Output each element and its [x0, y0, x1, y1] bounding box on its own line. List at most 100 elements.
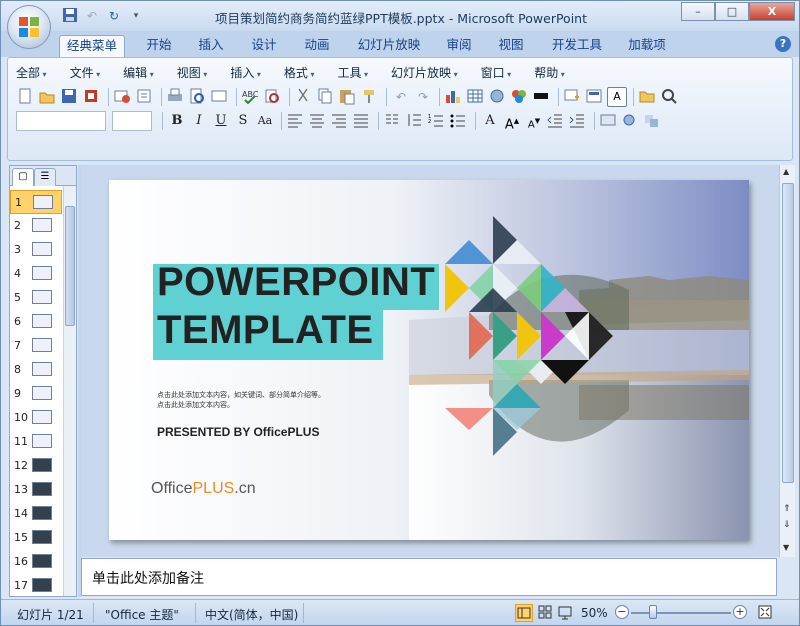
slide-thumbnail[interactable]: 7: [10, 334, 62, 358]
italic-button[interactable]: I: [189, 111, 209, 131]
copy-icon[interactable]: [316, 87, 336, 107]
tab-developer[interactable]: 开发工具: [545, 35, 609, 57]
shadow-button[interactable]: S: [233, 111, 253, 131]
slide-thumbnail[interactable]: 16: [10, 550, 62, 574]
slide-thumbnail[interactable]: 5: [10, 286, 62, 310]
folder-icon[interactable]: [638, 87, 658, 107]
normal-view-button[interactable]: [515, 604, 533, 622]
tab-insert[interactable]: 插入: [191, 35, 231, 57]
tab-review[interactable]: 审阅: [439, 35, 479, 57]
grow-font-icon[interactable]: A▲: [502, 111, 522, 132]
tab-view[interactable]: 视图: [491, 35, 531, 57]
decrease-indent-icon[interactable]: [546, 111, 566, 131]
slide-thumbnail[interactable]: 11: [10, 430, 62, 454]
slide-thumbnail[interactable]: 14: [10, 502, 62, 526]
slide-sorter-view-button[interactable]: [537, 604, 555, 622]
bullets-icon[interactable]: [449, 111, 469, 131]
numbering-icon[interactable]: 12: [427, 111, 447, 131]
slides-pane-scrollbar[interactable]: [63, 186, 76, 596]
layout-icon[interactable]: [585, 87, 605, 107]
slide-thumbnail[interactable]: 9: [10, 382, 62, 406]
maximize-button[interactable]: □: [715, 2, 749, 21]
justify-icon[interactable]: [352, 111, 372, 131]
scroll-up-icon[interactable]: ▲: [783, 167, 789, 176]
tab-outline[interactable]: ☰: [34, 168, 56, 186]
minimize-button[interactable]: –: [681, 2, 715, 21]
shrink-font-icon[interactable]: A▼: [524, 111, 544, 131]
slide-thumbnail[interactable]: 12: [10, 454, 62, 478]
zoom-in-button[interactable]: +: [733, 605, 747, 619]
new-slide-icon[interactable]: [563, 87, 583, 107]
menu-insert[interactable]: 插入: [230, 64, 261, 82]
tab-design[interactable]: 设计: [244, 35, 284, 57]
permission-icon[interactable]: [82, 87, 102, 107]
align-left-icon[interactable]: [286, 111, 306, 131]
slide-thumbnail[interactable]: 3: [10, 238, 62, 262]
menu-help[interactable]: 帮助: [534, 64, 565, 82]
table-icon[interactable]: [466, 87, 486, 107]
slide-thumbnail[interactable]: 13: [10, 478, 62, 502]
save-icon[interactable]: [60, 87, 80, 107]
slide-thumbnail[interactable]: 15: [10, 526, 62, 550]
zoom-level[interactable]: 50%: [581, 606, 608, 620]
language-status[interactable]: 中文(简体，中国): [205, 606, 298, 623]
tab-classic-menu[interactable]: 经典菜单: [59, 35, 125, 57]
fit-to-window-button[interactable]: [757, 604, 775, 622]
font-size-dropdown[interactable]: [112, 111, 152, 131]
spelling-icon[interactable]: ABC: [241, 87, 261, 107]
scroll-down-icon[interactable]: ▼: [783, 543, 789, 552]
attach-icon[interactable]: [135, 87, 155, 107]
paste-icon[interactable]: [338, 87, 358, 107]
menu-tools[interactable]: 工具: [337, 64, 368, 82]
bold-button[interactable]: B: [167, 111, 187, 131]
office-button[interactable]: [7, 5, 51, 49]
align-center-icon[interactable]: [308, 111, 328, 131]
menu-slideshow[interactable]: 幻灯片放映: [391, 64, 458, 82]
new-icon[interactable]: [16, 87, 36, 107]
tab-animation[interactable]: 动画: [297, 35, 337, 57]
undo-icon[interactable]: ↶: [391, 87, 411, 107]
print-icon[interactable]: [166, 87, 186, 107]
font-color-button[interactable]: A: [480, 111, 500, 131]
menu-format[interactable]: 格式: [284, 64, 315, 82]
tab-slides[interactable]: ▢: [12, 168, 34, 186]
zoom-search-icon[interactable]: [660, 87, 680, 107]
slides-pane-scroll-thumb[interactable]: [65, 206, 75, 326]
slide-scroll-thumb[interactable]: [782, 183, 794, 483]
cut-icon[interactable]: [294, 87, 314, 107]
email-icon[interactable]: [113, 87, 133, 107]
color-scheme-icon[interactable]: [532, 87, 552, 107]
research-icon[interactable]: [263, 87, 283, 107]
redo-icon[interactable]: ↷: [413, 87, 433, 107]
columns-icon[interactable]: [383, 111, 403, 131]
previous-slide-icon[interactable]: ⇑: [783, 505, 791, 514]
slide-thumbnail[interactable]: 8: [10, 358, 62, 382]
slide-thumbnail[interactable]: 17: [10, 574, 62, 598]
tab-addins[interactable]: 加载项: [621, 35, 673, 57]
slide-thumbnail[interactable]: 10: [10, 406, 62, 430]
menu-all[interactable]: 全部: [16, 64, 47, 82]
slide-thumbnail[interactable]: 6: [10, 310, 62, 334]
increase-indent-icon[interactable]: [568, 111, 588, 131]
line-spacing-icon[interactable]: [405, 111, 425, 131]
underline-button[interactable]: U: [211, 111, 231, 131]
slide-thumbnail[interactable]: 1: [10, 190, 62, 214]
theme-status[interactable]: "Office 主题": [105, 606, 179, 623]
chart-icon[interactable]: [444, 87, 464, 107]
close-button[interactable]: X: [749, 2, 795, 21]
zoom-slider-knob[interactable]: [649, 605, 657, 619]
align-right-icon[interactable]: [330, 111, 350, 131]
slideshow-view-button[interactable]: [557, 604, 575, 622]
print-preview-icon[interactable]: [188, 87, 208, 107]
tab-home[interactable]: 开始: [139, 35, 179, 57]
format-painter-icon[interactable]: [360, 87, 380, 107]
outline-icon[interactable]: [210, 87, 230, 107]
menu-edit[interactable]: 编辑: [123, 64, 154, 82]
zoom-out-button[interactable]: −: [615, 605, 629, 619]
next-slide-icon[interactable]: ⇓: [783, 521, 791, 530]
notes-pane[interactable]: 单击此处添加备注: [81, 558, 777, 596]
notes-placeholder[interactable]: 单击此处添加备注: [92, 568, 204, 588]
menu-view[interactable]: 视图: [177, 64, 208, 82]
color-grayscale-icon[interactable]: [510, 87, 530, 107]
arrange-icon[interactable]: [643, 111, 663, 131]
